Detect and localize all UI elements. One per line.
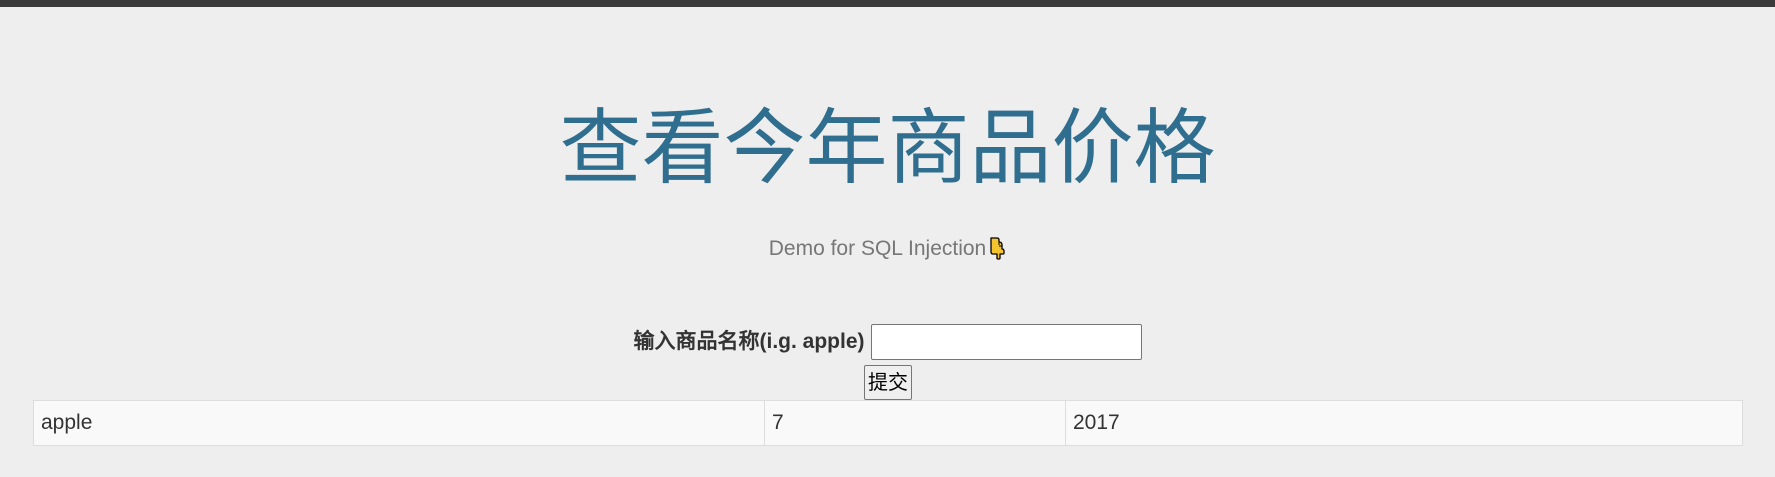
product-year-cell: 2017 bbox=[1065, 400, 1743, 446]
search-row: 输入商品名称(i.g. apple) bbox=[0, 324, 1775, 360]
top-bar bbox=[0, 0, 1775, 7]
product-name-input[interactable] bbox=[870, 324, 1142, 360]
table-row: apple 7 2017 bbox=[33, 400, 1743, 446]
search-label: 输入商品名称(i.g. apple) bbox=[633, 330, 865, 353]
submit-button[interactable]: 提交 bbox=[864, 365, 912, 400]
search-form: 输入商品名称(i.g. apple) 提交 bbox=[0, 324, 1775, 400]
pointing-down-hand-icon bbox=[988, 236, 1006, 260]
product-price-cell: 7 bbox=[764, 400, 1066, 446]
results-table: apple 7 2017 bbox=[33, 400, 1743, 446]
page-subtitle: Demo for SQL Injection bbox=[0, 236, 1775, 261]
subtitle-text: Demo for SQL Injection bbox=[768, 237, 987, 260]
page-title: 查看今年商品价格 bbox=[559, 101, 1216, 196]
product-name-cell: apple bbox=[33, 400, 765, 446]
